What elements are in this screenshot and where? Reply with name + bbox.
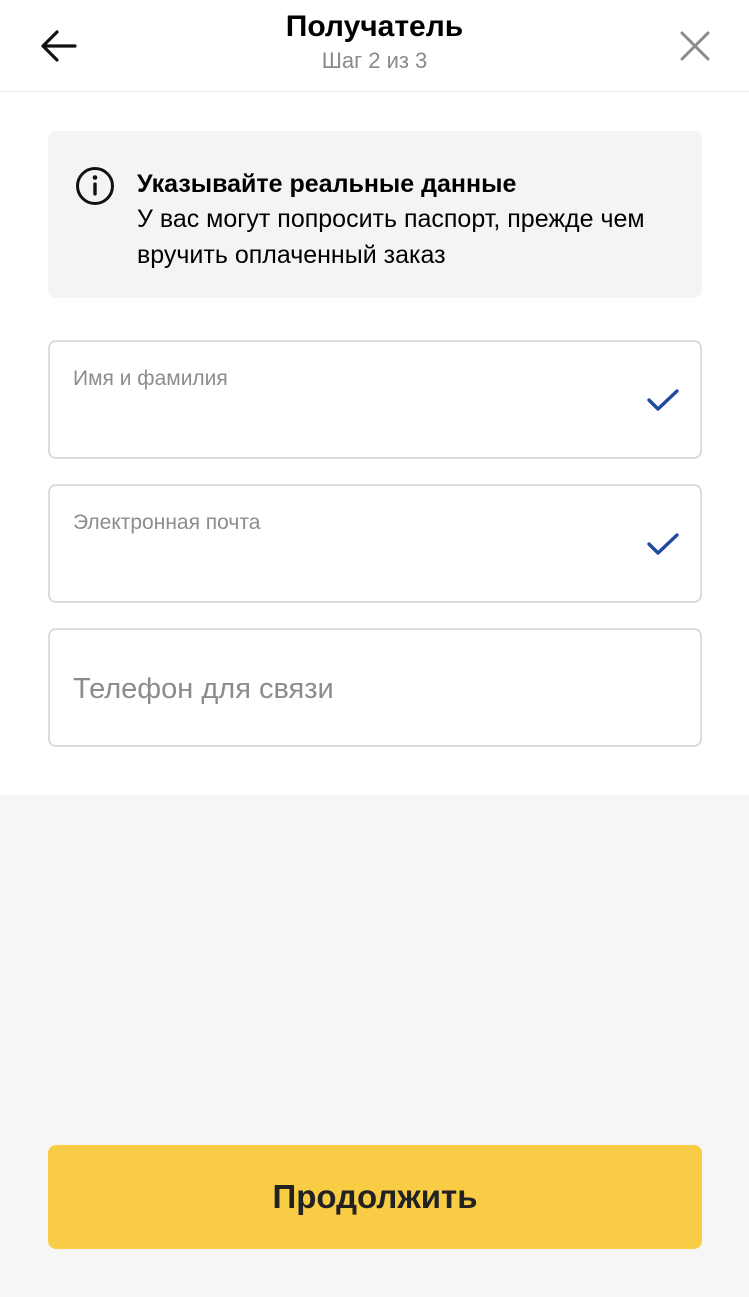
notice-body: У вас могут попросить паспорт, прежде че…: [137, 205, 645, 269]
info-icon: [76, 167, 114, 205]
checkmark-icon: [647, 533, 679, 555]
email-field-label: Электронная почта: [73, 511, 261, 534]
form-area: Получатель Шаг 2 из 3 Указывайте реальны…: [0, 0, 749, 795]
continue-button[interactable]: Продолжить: [48, 1145, 702, 1249]
recipient-screen: Получатель Шаг 2 из 3 Указывайте реальны…: [0, 0, 749, 1297]
page-title: Получатель: [285, 10, 464, 43]
name-field[interactable]: Имя и фамилия: [48, 340, 702, 459]
header-title-group: Получатель Шаг 2 из 3: [150, 8, 599, 76]
notice-title: Указывайте реальные данные: [137, 170, 517, 198]
email-field[interactable]: Электронная почта: [48, 484, 702, 603]
step-indicator: Шаг 2 из 3: [321, 48, 428, 73]
back-button[interactable]: [30, 20, 86, 72]
phone-field-placeholder: Телефон для связи: [73, 673, 334, 705]
notice-text: Указывайте реальные данные У вас могут п…: [137, 167, 678, 273]
arrow-left-icon: [41, 30, 77, 62]
info-notice: Указывайте реальные данные У вас могут п…: [48, 131, 702, 298]
close-icon: [680, 31, 710, 61]
close-button[interactable]: [667, 20, 723, 72]
phone-field[interactable]: Телефон для связи: [48, 628, 702, 747]
name-field-label: Имя и фамилия: [73, 367, 228, 390]
checkmark-icon: [647, 389, 679, 411]
header: Получатель Шаг 2 из 3: [0, 0, 749, 92]
